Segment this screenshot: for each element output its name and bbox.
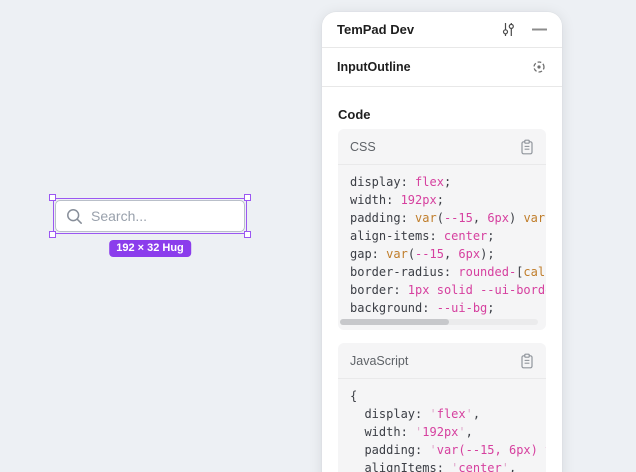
selected-node-name: InputOutline bbox=[337, 60, 411, 74]
code-line: gap: var(--15, 6px); bbox=[350, 245, 546, 263]
css-code-block: CSS display: flex;width: 192px;padding: … bbox=[338, 129, 546, 330]
code-line: align-items: center; bbox=[350, 227, 546, 245]
panel-header: TemPad Dev bbox=[322, 12, 562, 48]
selection-handle[interactable] bbox=[244, 231, 251, 238]
code-line: display: flex; bbox=[350, 173, 546, 191]
code-line: width: '192px', bbox=[350, 423, 546, 441]
code-line: { bbox=[350, 387, 546, 405]
code-line: display: 'flex', bbox=[350, 405, 546, 423]
css-block-header: CSS bbox=[338, 129, 546, 165]
code-line: width: 192px; bbox=[350, 191, 546, 209]
css-code-content[interactable]: display: flex;width: 192px;padding: var(… bbox=[338, 165, 546, 330]
code-section-header: Code bbox=[322, 87, 562, 124]
search-input-component[interactable]: Search... bbox=[55, 200, 245, 232]
code-line: border-radius: rounded-[calc(var bbox=[350, 263, 546, 281]
panel-title: TemPad Dev bbox=[337, 22, 500, 37]
minimize-icon[interactable] bbox=[532, 22, 547, 37]
code-line: background: --ui-bg; bbox=[350, 299, 546, 317]
javascript-code-content[interactable]: { display: 'flex', width: '192px', paddi… bbox=[338, 379, 546, 472]
code-section-title: Code bbox=[338, 107, 371, 122]
target-icon[interactable] bbox=[531, 59, 547, 75]
selection-handle[interactable] bbox=[49, 194, 56, 201]
tempad-dev-panel: TemPad Dev InputOutline bbox=[322, 12, 562, 472]
selection-handle[interactable] bbox=[49, 231, 56, 238]
selection-handle[interactable] bbox=[244, 194, 251, 201]
code-line: alignItems: 'center', bbox=[350, 459, 546, 472]
sliders-icon[interactable] bbox=[500, 21, 517, 38]
figma-workspace: { "canvas": { "search_component": { "pla… bbox=[0, 0, 636, 472]
code-blocks: CSS display: flex;width: 192px;padding: … bbox=[322, 124, 562, 472]
javascript-block-header: JavaScript bbox=[338, 343, 546, 379]
code-line: border: 1px solid --ui-border- bbox=[350, 281, 546, 299]
javascript-block-label: JavaScript bbox=[350, 354, 408, 368]
search-placeholder-text: Search... bbox=[91, 208, 147, 224]
horizontal-scrollbar bbox=[340, 319, 538, 325]
code-line: padding: var(--15, 6px) var(-- bbox=[350, 209, 546, 227]
css-block-label: CSS bbox=[350, 140, 376, 154]
search-icon bbox=[66, 208, 83, 225]
copy-clipboard-icon[interactable] bbox=[520, 353, 534, 369]
scrollbar-thumb[interactable] bbox=[340, 319, 449, 325]
selected-node-row: InputOutline bbox=[322, 48, 562, 87]
size-badge: 192 × 32 Hug bbox=[109, 240, 191, 257]
code-line: padding: 'var(--15, 6px) var( bbox=[350, 441, 546, 459]
javascript-code-block: JavaScript { display: 'flex', width: '19… bbox=[338, 343, 546, 472]
copy-clipboard-icon[interactable] bbox=[520, 139, 534, 155]
